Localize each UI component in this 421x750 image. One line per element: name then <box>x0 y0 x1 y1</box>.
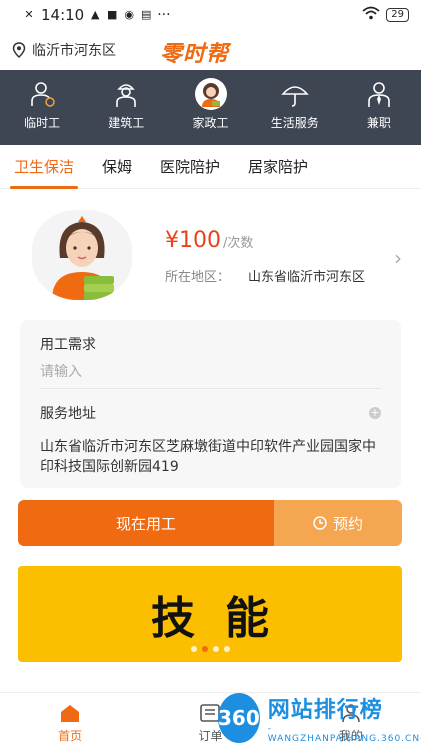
nav-home-label: 首页 <box>58 729 83 743</box>
home-icon <box>61 705 80 722</box>
service-card[interactable]: ¥100/次数 所在地区： 山东省临沂市河东区 › <box>20 200 410 300</box>
category-construction-worker[interactable]: 建筑工 <box>84 70 168 145</box>
watermark-subtitle: -WANGZHANPAIHANG.360.CN- <box>267 724 421 744</box>
book-button[interactable]: 预约 <box>274 500 402 546</box>
service-price: ¥100/次数 <box>165 228 253 253</box>
watermark-title: 网站排行榜 <box>267 698 383 723</box>
more-dots: ··· <box>157 7 171 23</box>
price-unit: /次数 <box>223 236 254 251</box>
app-icon: ■ <box>107 8 118 21</box>
warning-icon: ▲ <box>91 8 100 21</box>
temp-worker-icon <box>26 78 58 110</box>
status-time: 14:10 <box>41 6 85 24</box>
category-temp-worker[interactable]: 临时工 <box>0 70 84 145</box>
category-part-time[interactable]: 兼职 <box>337 70 421 145</box>
part-time-icon <box>363 78 395 110</box>
construction-worker-icon <box>110 78 142 110</box>
notification-x-icon: ✕ <box>24 8 34 21</box>
category-label: 家政工 <box>192 116 229 130</box>
brand-logo: 零时帮 <box>160 42 230 67</box>
clock-icon <box>313 516 327 530</box>
category-label: 临时工 <box>24 116 61 130</box>
top-bar: 临沂市河东区 零时帮 <box>0 30 421 70</box>
housekeeper-icon <box>194 78 227 110</box>
battery-indicator: 29 <box>386 8 409 22</box>
area-value: 山东省临沂市河东区 <box>248 270 366 285</box>
housekeeper-avatar <box>32 210 132 300</box>
order-form: 用工需求 服务地址 + 山东省临沂市河东区芝麻墩街道中印软件产业园国家中印科技国… <box>20 320 401 488</box>
skill-banner[interactable]: 技能 <box>18 566 402 662</box>
banner-dot[interactable] <box>223 646 230 652</box>
chevron-right-icon[interactable]: › <box>394 246 402 270</box>
banner-dot[interactable] <box>190 646 197 652</box>
sub-tabs: 卫生保洁 保姆 医院陪护 居家陪护 <box>0 145 421 189</box>
status-bar: ✕ 14:10 ▲ ■ ◉ ▤ ··· 29 <box>0 0 421 30</box>
address-label: 服务地址 <box>40 406 96 422</box>
message-icon: ▤ <box>141 8 152 21</box>
category-label: 生活服务 <box>270 116 319 130</box>
location-pin-icon <box>12 42 26 58</box>
banner-text: 技能 <box>151 593 299 644</box>
watermark: 360 网站排行榜 -WANGZHANPAIHANG.360.CN- <box>218 686 421 750</box>
location-text: 临沂市河东区 <box>32 43 116 59</box>
tab-nanny[interactable]: 保姆 <box>88 145 146 189</box>
add-address-icon[interactable]: + <box>369 407 381 419</box>
area-label: 所在地区： <box>165 270 231 285</box>
category-label: 建筑工 <box>108 116 145 130</box>
address-value[interactable]: 山东省临沂市河东区芝麻墩街道中印软件产业园国家中印科技国际创新园419 <box>40 437 381 477</box>
hire-now-button[interactable]: 现在用工 <box>18 500 274 546</box>
category-life-service[interactable]: 生活服务 <box>253 70 337 145</box>
tab-cleaning[interactable]: 卫生保洁 <box>0 145 88 189</box>
tab-home-care[interactable]: 居家陪护 <box>234 145 322 189</box>
price-value: ¥100 <box>165 228 221 253</box>
category-housekeeper[interactable]: 家政工 <box>168 70 252 145</box>
nav-home[interactable]: 首页 <box>0 693 140 750</box>
tab-hospital-care[interactable]: 医院陪护 <box>146 145 234 189</box>
banner-dot-active[interactable] <box>201 646 208 652</box>
category-label: 兼职 <box>366 116 391 130</box>
demand-label: 用工需求 <box>40 337 96 353</box>
watermark-badge: 360 <box>218 693 260 743</box>
banner-dot[interactable] <box>212 646 219 652</box>
umbrella-icon <box>279 78 311 110</box>
demand-input[interactable] <box>40 364 381 389</box>
book-label: 预约 <box>332 514 363 533</box>
action-bar: 现在用工 预约 <box>18 500 402 546</box>
location-selector[interactable]: 临沂市河东区 <box>12 40 116 60</box>
compass-icon: ◉ <box>124 8 135 21</box>
banner-dots <box>18 646 402 652</box>
category-nav: 临时工 建筑工 家政工 生活服务 兼职 <box>0 70 421 145</box>
wifi-icon <box>362 6 380 24</box>
